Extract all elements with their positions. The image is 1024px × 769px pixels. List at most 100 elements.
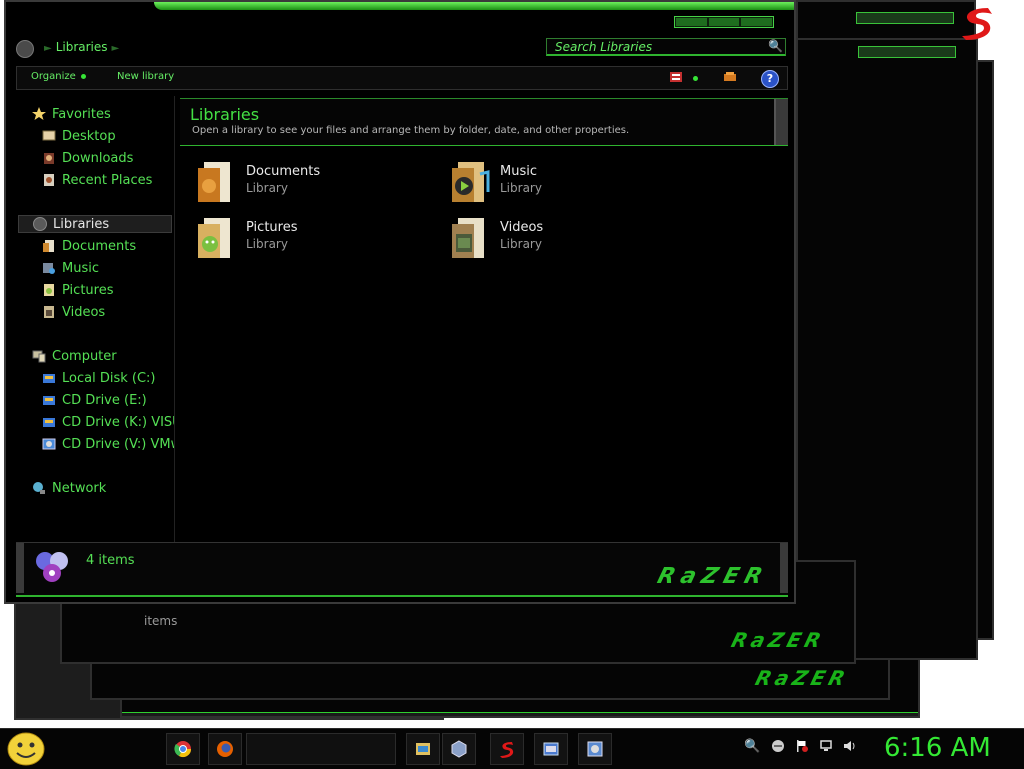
search-tray-icon[interactable]: 🔍 — [744, 739, 760, 755]
taskbar-vm-button[interactable] — [578, 733, 612, 765]
library-header: Libraries Open a library to see your fil… — [180, 98, 788, 146]
caption-buttons[interactable] — [674, 16, 774, 28]
libraries-stack-icon — [36, 552, 68, 582]
taskbar: 🔍 6:16 AM — [0, 728, 1024, 769]
page-title: Libraries — [190, 105, 260, 124]
razer-logo: RaZER — [728, 628, 828, 652]
cd-drive-icon — [42, 438, 56, 450]
nav-recent-places[interactable]: Recent Places — [42, 171, 152, 189]
back-button[interactable] — [16, 40, 34, 58]
taskbar-window-button[interactable] — [246, 733, 396, 765]
vm-icon — [587, 741, 603, 757]
pictures-icon — [44, 284, 54, 296]
search-input[interactable] — [555, 39, 755, 55]
preview-pane-icon[interactable] — [723, 71, 737, 83]
nav-music[interactable]: Music — [42, 259, 99, 277]
nav-cd-drive-e[interactable]: CD Drive (E:) — [42, 391, 147, 409]
details-left-pillar — [16, 543, 24, 593]
taskbar-explorer-button[interactable] — [406, 733, 440, 765]
documents-icon — [43, 240, 54, 252]
header-scrollbar[interactable] — [774, 99, 788, 145]
nav-documents[interactable]: Documents — [42, 237, 136, 255]
nav-downloads[interactable]: Downloads — [42, 149, 133, 167]
nav-favorites[interactable]: Favorites — [32, 105, 111, 123]
item-count: 4 items — [86, 553, 135, 568]
caption-buttons[interactable] — [858, 46, 956, 58]
music-icon — [43, 263, 55, 274]
start-button-smiley-icon[interactable] — [6, 731, 46, 767]
taskbar-clock[interactable]: 6:16 AM — [884, 733, 991, 763]
desktop-icon — [42, 130, 56, 141]
nav-network[interactable]: Network — [32, 479, 106, 497]
taskbar-firefox-button[interactable] — [208, 733, 242, 765]
action-center-flag-icon[interactable] — [794, 739, 810, 755]
details-pane: 4 items RaZER — [16, 542, 788, 597]
chevron-right-icon[interactable]: ► — [112, 43, 120, 54]
nav-computer[interactable]: Computer — [32, 347, 117, 365]
nav-libraries[interactable]: Libraries — [18, 215, 172, 233]
recent-places-icon — [44, 174, 54, 186]
computer-icon — [32, 350, 46, 363]
cd-drive-icon — [43, 396, 55, 405]
search-box[interactable]: 🔍 — [546, 38, 786, 56]
caption-buttons[interactable] — [856, 12, 954, 24]
explorer-window[interactable]: ► Libraries ► 🔍 Organize New library ? Fav… — [4, 0, 796, 604]
razer-s-icon — [500, 742, 514, 758]
nav-cd-drive-k[interactable]: CD Drive (K:) VISU — [42, 413, 174, 431]
items-text: items — [144, 614, 178, 628]
star-icon — [32, 107, 46, 120]
window-edge — [122, 712, 918, 716]
taskbar-chrome-button[interactable] — [166, 733, 200, 765]
file-explorer-icon — [416, 743, 430, 755]
taskbar-app2-button[interactable] — [534, 733, 568, 765]
videos-library-icon — [452, 218, 484, 258]
pictures-library-icon — [198, 218, 230, 258]
nav-desktop[interactable]: Desktop — [42, 127, 116, 145]
tray-status-icon[interactable] — [770, 739, 786, 755]
navigation-pane: Favorites Desktop Downloads Recent Place… — [16, 96, 175, 542]
razer-s-logo-icon — [962, 8, 992, 40]
network-tray-icon[interactable] — [818, 739, 834, 755]
hard-drive-icon — [43, 374, 55, 383]
chrome-icon — [174, 741, 192, 758]
dropdown-icon — [80, 73, 86, 79]
breadcrumb[interactable]: ► Libraries ► — [40, 40, 123, 54]
organize-button[interactable]: Organize — [31, 71, 86, 82]
nav-videos[interactable]: Videos — [42, 303, 105, 321]
libraries-orb-icon — [33, 217, 47, 231]
downloads-icon — [44, 153, 54, 164]
chevron-right-icon: ► — [44, 43, 52, 54]
library-documents[interactable]: Documents Library — [194, 160, 414, 210]
firefox-icon — [217, 741, 233, 757]
cd-drive-icon — [43, 418, 55, 427]
taskbar-app-button[interactable] — [442, 733, 476, 765]
nav-cd-drive-v[interactable]: CD Drive (V:) VMw — [42, 435, 174, 453]
music-library-icon — [452, 162, 490, 202]
window-app-icon — [543, 742, 559, 756]
background-window-top[interactable] — [796, 0, 976, 40]
nav-pictures[interactable]: Pictures — [42, 281, 113, 299]
details-right-pillar — [780, 543, 788, 593]
network-icon — [33, 482, 45, 494]
search-icon[interactable]: 🔍 — [768, 39, 783, 53]
breadcrumb-libraries[interactable]: Libraries — [56, 40, 108, 54]
volume-icon[interactable] — [842, 739, 858, 755]
razer-logo: RaZER — [654, 564, 772, 589]
videos-icon — [44, 306, 54, 318]
page-subtitle: Open a library to see your files and arr… — [192, 125, 630, 136]
library-videos[interactable]: Videos Library — [448, 216, 668, 266]
maximize-button[interactable] — [708, 18, 740, 26]
minimize-button[interactable] — [676, 18, 707, 26]
documents-library-icon — [198, 162, 230, 202]
help-button[interactable]: ? — [761, 70, 779, 88]
new-library-button[interactable]: New library — [117, 71, 174, 82]
view-options-icon[interactable] — [669, 71, 683, 83]
library-pictures[interactable]: Pictures Library — [194, 216, 414, 266]
title-glow — [154, 2, 794, 10]
close-button[interactable] — [741, 18, 773, 26]
view-dropdown-icon[interactable] — [693, 76, 698, 81]
nav-local-disk-c[interactable]: Local Disk (C:) — [42, 369, 155, 387]
taskbar-razer-button[interactable] — [490, 733, 524, 765]
razer-logo: RaZER — [752, 666, 852, 690]
library-music[interactable]: Music Library — [448, 160, 668, 210]
